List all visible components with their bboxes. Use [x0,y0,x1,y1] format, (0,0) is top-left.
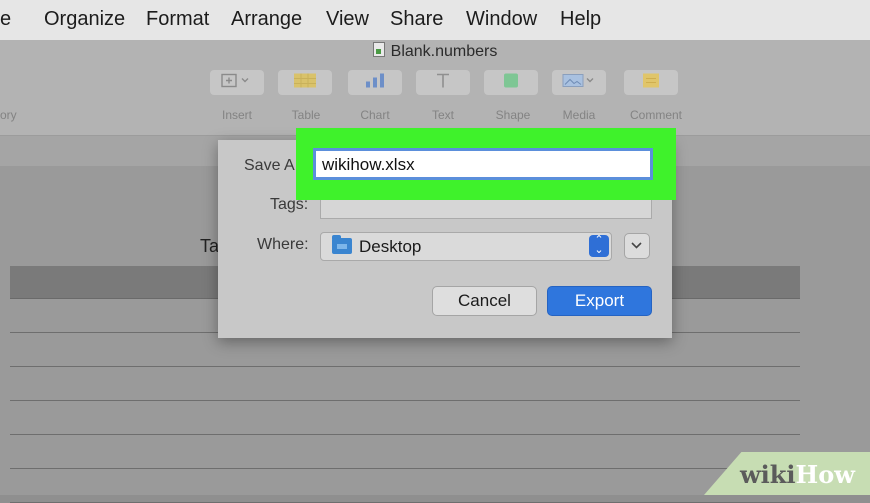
toolbar-left-label: ory [0,108,17,122]
filename-field[interactable]: wikihow.xlsx [313,148,653,180]
cancel-button[interactable]: Cancel [432,286,537,316]
comment-button[interactable] [624,70,678,95]
chart-label: Chart [360,108,390,122]
menu-format[interactable]: Format [146,8,209,31]
menu-arrange[interactable]: Arrange [231,8,302,31]
chart-button[interactable] [348,70,402,95]
chart-icon [365,73,385,92]
text-icon [435,72,451,93]
where-value: Desktop [359,237,422,256]
table-title: Ta [200,236,220,256]
where-select[interactable]: Desktop ⌃ ⌄ [320,232,612,261]
export-button[interactable]: Export [547,286,652,316]
numbers-document-icon [372,42,385,57]
menu-view[interactable]: View [326,8,369,31]
table-row[interactable] [10,469,800,503]
table-icon [294,73,316,92]
insert-icon [221,73,253,92]
menu-share[interactable]: Share [390,8,443,31]
chevron-down-icon [631,242,642,249]
toolbar: Blank.numbers ory Insert Table Chart Tex… [0,40,870,136]
where-label: Where: [257,236,309,253]
comment-label: Comment [629,108,682,122]
wikihow-watermark: wikiHow [740,460,855,489]
text-label: Text [431,108,454,122]
insert-label: Insert [221,108,252,122]
table-row[interactable] [10,367,800,401]
text-button[interactable] [416,70,470,95]
document-title: Blank.numbers [0,42,870,61]
table-button[interactable] [278,70,332,95]
folder-icon [332,235,352,254]
shape-label: Shape [495,108,531,122]
media-icon [562,73,596,92]
table-label: Table [291,108,321,122]
expand-dialog-button[interactable] [624,233,650,259]
media-label: Media [562,108,596,122]
save-as-label: Save A [244,157,295,174]
up-down-chevron-icon: ⌃ ⌄ [589,235,609,257]
table-row[interactable] [10,401,800,435]
media-button[interactable] [552,70,606,95]
menu-file[interactable]: e [0,8,11,31]
insert-button[interactable] [210,70,264,95]
menu-help[interactable]: Help [560,8,601,31]
menu-bar: e Organize Format Arrange View Share Win… [0,0,870,40]
table-row[interactable] [10,435,800,469]
comment-icon [643,73,659,92]
shape-icon [504,73,518,92]
menu-window[interactable]: Window [466,8,537,31]
shape-button[interactable] [484,70,538,95]
menu-organize[interactable]: Organize [44,8,125,31]
table-row[interactable] [10,333,800,367]
